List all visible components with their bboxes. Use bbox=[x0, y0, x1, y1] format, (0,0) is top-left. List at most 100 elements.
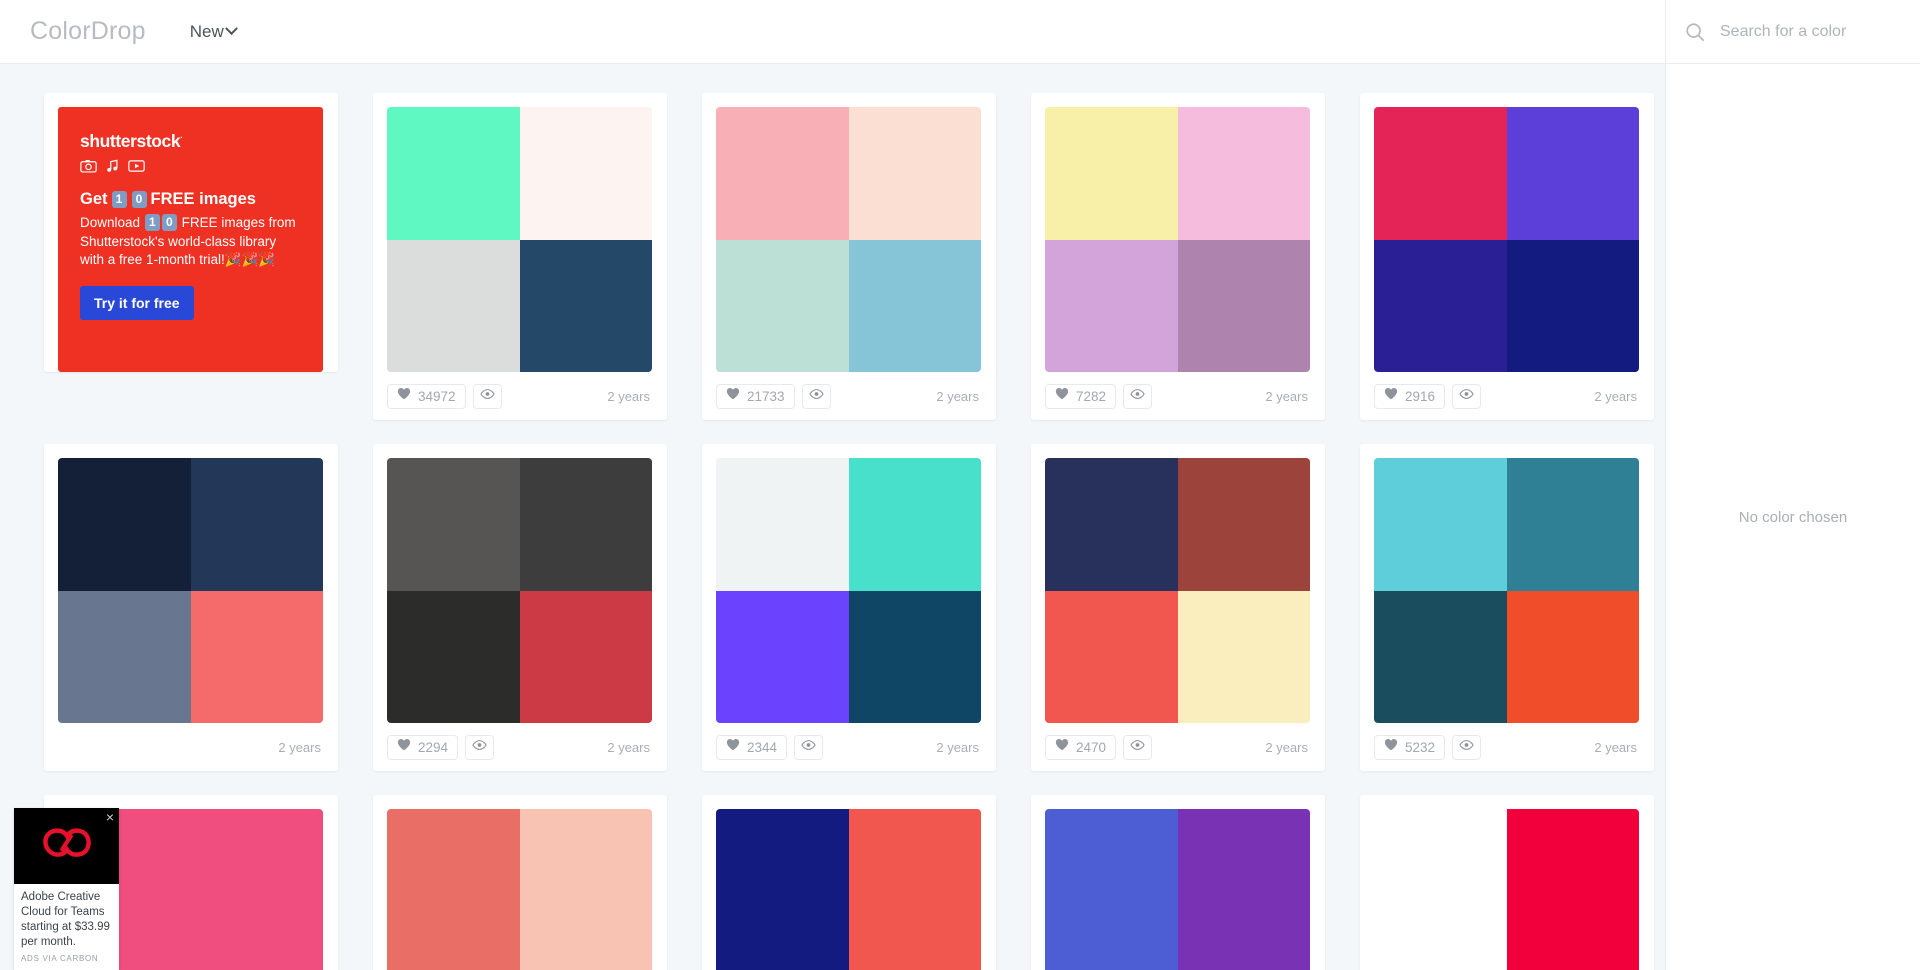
grid-cell-palette: 2470 2 years bbox=[1015, 444, 1341, 795]
view-button[interactable] bbox=[1452, 383, 1482, 409]
color-swatch[interactable] bbox=[519, 809, 652, 942]
view-button[interactable] bbox=[794, 734, 824, 760]
view-button[interactable] bbox=[472, 383, 502, 409]
color-swatch[interactable] bbox=[848, 590, 981, 723]
color-swatch[interactable] bbox=[848, 239, 981, 372]
color-swatch[interactable] bbox=[58, 458, 191, 591]
color-swatch[interactable] bbox=[1374, 458, 1507, 591]
palette-actions: 2344 bbox=[716, 734, 824, 760]
color-swatch[interactable] bbox=[519, 107, 652, 240]
color-swatch[interactable] bbox=[1045, 239, 1178, 372]
palette-card[interactable]: 2916 2 years bbox=[1360, 93, 1654, 420]
palette-card[interactable]: 21733 2 years bbox=[702, 93, 996, 420]
color-swatch[interactable] bbox=[848, 941, 981, 970]
color-swatch[interactable] bbox=[190, 941, 323, 970]
view-button[interactable] bbox=[801, 383, 831, 409]
color-swatch[interactable] bbox=[1506, 239, 1639, 372]
color-swatch[interactable] bbox=[519, 941, 652, 970]
view-button[interactable] bbox=[1452, 734, 1482, 760]
palette-actions: 21733 bbox=[716, 383, 831, 409]
color-swatch[interactable] bbox=[1506, 590, 1639, 723]
color-swatch[interactable] bbox=[1177, 809, 1310, 942]
color-swatch[interactable] bbox=[190, 590, 323, 723]
like-button[interactable]: 2470 bbox=[1045, 734, 1117, 760]
color-swatch[interactable] bbox=[1506, 809, 1639, 942]
color-swatch[interactable] bbox=[848, 107, 981, 240]
like-count: 2294 bbox=[418, 739, 449, 755]
color-swatch[interactable] bbox=[716, 809, 849, 942]
carbon-ad-image[interactable]: × bbox=[14, 808, 119, 884]
brand-logo[interactable]: ColorDrop bbox=[30, 17, 146, 46]
like-button[interactable]: 5232 bbox=[1374, 734, 1446, 760]
color-swatch[interactable] bbox=[190, 458, 323, 591]
view-button[interactable] bbox=[1123, 734, 1153, 760]
color-swatch[interactable] bbox=[1506, 458, 1639, 591]
color-swatch[interactable] bbox=[519, 239, 652, 372]
color-swatch[interactable] bbox=[716, 107, 849, 240]
color-swatch[interactable] bbox=[848, 458, 981, 591]
palette-card[interactable]: 7282 2 years bbox=[1031, 93, 1325, 420]
color-swatch[interactable] bbox=[1374, 107, 1507, 240]
view-button[interactable] bbox=[1123, 383, 1153, 409]
color-swatch[interactable] bbox=[1506, 107, 1639, 240]
color-swatch[interactable] bbox=[1045, 107, 1178, 240]
color-swatch[interactable] bbox=[716, 458, 849, 591]
color-swatch[interactable] bbox=[1045, 590, 1178, 723]
like-button[interactable]: 7282 bbox=[1045, 383, 1117, 409]
color-swatch[interactable] bbox=[387, 941, 520, 970]
color-swatch[interactable] bbox=[848, 809, 981, 942]
color-swatch[interactable] bbox=[387, 590, 520, 723]
color-swatch[interactable] bbox=[1374, 941, 1507, 970]
color-detail-panel: No color chosen bbox=[1665, 64, 1920, 970]
shutterstock-logo-mark: · bbox=[180, 133, 183, 143]
like-button[interactable]: 34972 bbox=[387, 383, 466, 409]
like-button[interactable]: 2344 bbox=[716, 734, 788, 760]
color-swatch[interactable] bbox=[1374, 239, 1507, 372]
palette-card[interactable]: 2344 2 years bbox=[702, 444, 996, 771]
color-swatch[interactable] bbox=[387, 809, 520, 942]
color-swatch[interactable] bbox=[1506, 941, 1639, 970]
color-swatch[interactable] bbox=[387, 458, 520, 591]
shutterstock-ad-card[interactable]: shutterstock· Get 1 0 FREE images Downlo… bbox=[44, 93, 338, 372]
color-swatch[interactable] bbox=[1177, 590, 1310, 723]
color-swatch[interactable] bbox=[1177, 239, 1310, 372]
color-swatch[interactable] bbox=[1045, 941, 1178, 970]
palette-card[interactable]: 2294 2 years bbox=[373, 444, 667, 771]
color-swatch[interactable] bbox=[387, 239, 520, 372]
palette-card[interactable]: 34972 2 years bbox=[373, 93, 667, 420]
palette-card[interactable]: 5232 2 years bbox=[1360, 444, 1654, 771]
try-it-for-free-button[interactable]: Try it for free bbox=[80, 285, 194, 320]
close-icon[interactable]: × bbox=[106, 810, 114, 824]
palette-card[interactable] bbox=[1360, 795, 1654, 970]
color-swatch[interactable] bbox=[1045, 809, 1178, 942]
view-button[interactable] bbox=[465, 734, 495, 760]
palette-card[interactable] bbox=[373, 795, 667, 970]
color-swatch[interactable] bbox=[716, 590, 849, 723]
search-input[interactable] bbox=[1720, 22, 1895, 41]
palette-card[interactable]: 2 years bbox=[44, 444, 338, 771]
color-swatch[interactable] bbox=[1177, 107, 1310, 240]
palette-card[interactable]: 2470 2 years bbox=[1031, 444, 1325, 771]
color-swatch[interactable] bbox=[1177, 941, 1310, 970]
color-swatch[interactable] bbox=[519, 458, 652, 591]
color-swatch[interactable] bbox=[716, 941, 849, 970]
like-button[interactable]: 21733 bbox=[716, 383, 795, 409]
color-swatch[interactable] bbox=[387, 107, 520, 240]
shutterstock-ad[interactable]: shutterstock· Get 1 0 FREE images Downlo… bbox=[58, 107, 323, 372]
palette-card[interactable] bbox=[702, 795, 996, 970]
color-swatch[interactable] bbox=[1374, 590, 1507, 723]
like-button[interactable]: 2294 bbox=[387, 734, 459, 760]
color-swatch[interactable] bbox=[1374, 809, 1507, 942]
carbon-ad[interactable]: × Adobe Creative Cloud for Teams startin… bbox=[14, 808, 119, 970]
color-swatch[interactable] bbox=[58, 590, 191, 723]
color-swatch[interactable] bbox=[1177, 458, 1310, 591]
palette-grid-area[interactable]: shutterstock· Get 1 0 FREE images Downlo… bbox=[0, 64, 1665, 970]
color-swatch[interactable] bbox=[519, 590, 652, 723]
like-button[interactable]: 2916 bbox=[1374, 383, 1446, 409]
palette-card[interactable] bbox=[1031, 795, 1325, 970]
color-swatch[interactable] bbox=[1045, 458, 1178, 591]
color-swatch[interactable] bbox=[716, 239, 849, 372]
color-swatch[interactable] bbox=[190, 809, 323, 942]
nav-new-dropdown[interactable]: New bbox=[190, 22, 238, 42]
palette-swatches bbox=[716, 107, 981, 372]
